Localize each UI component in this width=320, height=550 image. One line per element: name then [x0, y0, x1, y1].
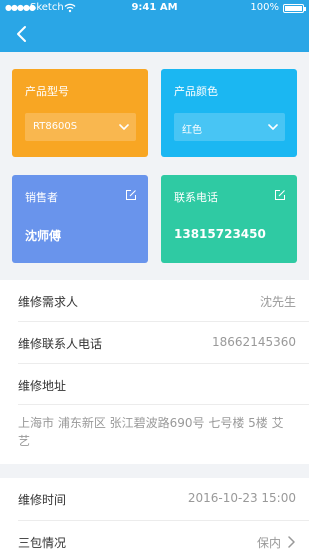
divider: [18, 404, 309, 405]
contact-phone-card: 联系电话 13815723450: [161, 175, 297, 263]
product-color-value: 红色: [182, 125, 202, 136]
seller-value: 沈师傅: [25, 229, 62, 243]
repair-contact-phone-row: 维修联系人电话 18662145360: [0, 322, 309, 364]
battery-percent: 100%: [250, 2, 279, 13]
product-model-label: 产品型号: [25, 85, 69, 98]
back-chevron-icon[interactable]: [12, 24, 32, 44]
edit-icon[interactable]: [274, 189, 286, 201]
battery-icon: [283, 4, 306, 13]
product-model-card: 产品型号 RT8600S: [12, 69, 148, 157]
product-cards-area: 产品型号 RT8600S 产品颜色 红色 销售者 沈师傅 联系电话 138157…: [0, 52, 309, 280]
warranty-value: 保内: [256, 536, 281, 550]
repair-address-row: 维修地址: [0, 364, 309, 406]
product-model-value: RT8600S: [33, 121, 78, 132]
chevron-down-icon: [119, 124, 129, 130]
repair-contact-phone-label: 维修联系人电话: [18, 337, 103, 351]
seller-card: 销售者 沈师傅: [12, 175, 148, 263]
repair-requester-value: 沈先生: [259, 295, 296, 309]
repair-time-row[interactable]: 维修时间 2016-10-23 15:00: [0, 478, 309, 520]
product-color-card: 产品颜色 红色: [161, 69, 297, 157]
status-bar: ●●●●● Sketch 9:41 AM 100%: [0, 0, 309, 16]
contact-phone-value: 13815723450: [174, 227, 266, 241]
product-color-select[interactable]: 红色: [174, 113, 285, 141]
repair-address-value: 上海市 浦东新区 张江碧波路690号 七号楼 5楼 艾艺: [18, 416, 284, 448]
chevron-down-icon: [268, 124, 278, 130]
edit-icon[interactable]: [125, 189, 137, 201]
repair-time-value: 2016-10-23 15:00: [187, 491, 296, 505]
product-color-label: 产品颜色: [174, 85, 218, 98]
section-gap: [0, 464, 309, 478]
header: ●●●●● Sketch 9:41 AM 100%: [0, 0, 309, 52]
product-model-select[interactable]: RT8600S: [25, 113, 136, 141]
repair-address-label: 维修地址: [18, 379, 67, 393]
repair-requester-row: 维修需求人 沈先生: [0, 280, 309, 322]
seller-label: 销售者: [25, 191, 58, 204]
repair-time-label: 维修时间: [18, 493, 67, 507]
repair-requester-label: 维修需求人: [18, 295, 79, 309]
repair-contact-phone-value: 18662145360: [212, 335, 296, 349]
contact-phone-label: 联系电话: [174, 191, 218, 204]
warranty-row[interactable]: 三包情况 保内: [0, 521, 309, 550]
chevron-right-icon: [288, 536, 295, 548]
warranty-label: 三包情况: [18, 536, 67, 550]
